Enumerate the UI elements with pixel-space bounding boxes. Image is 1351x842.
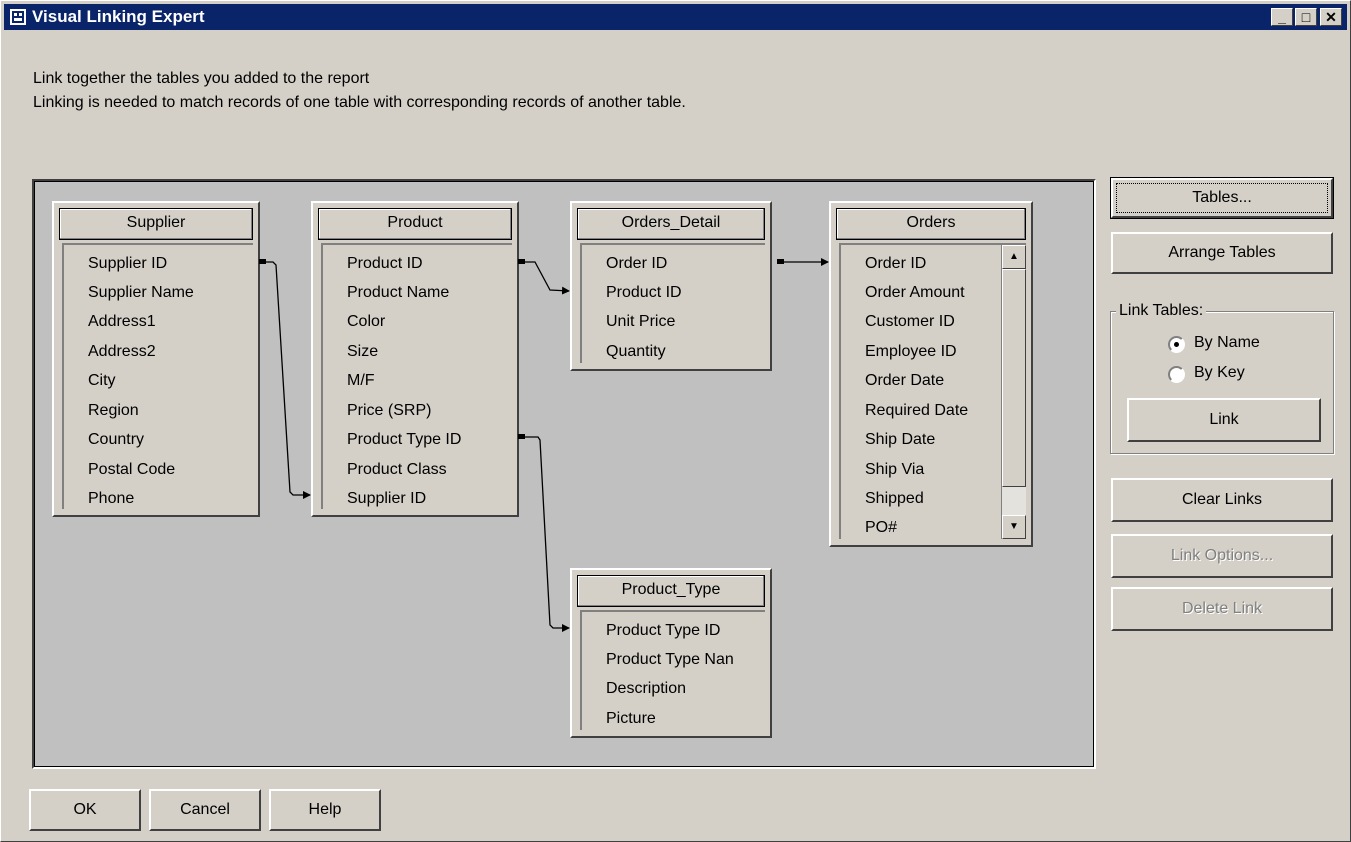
link-supplier-product[interactable] bbox=[259, 259, 311, 499]
by-name-radio[interactable] bbox=[1168, 336, 1185, 353]
link-button[interactable]: Link bbox=[1127, 398, 1321, 442]
by-name-label[interactable]: By Name bbox=[1194, 334, 1260, 352]
cancel-button[interactable]: Cancel bbox=[149, 789, 261, 831]
link-product-orders-detail[interactable] bbox=[518, 259, 570, 295]
arrange-tables-button[interactable]: Arrange Tables bbox=[1111, 232, 1333, 274]
link-product-product-type[interactable] bbox=[518, 434, 570, 632]
link-options-button[interactable]: Link Options... bbox=[1111, 534, 1333, 578]
ok-button[interactable]: OK bbox=[29, 789, 141, 831]
delete-link-button[interactable]: Delete Link bbox=[1111, 587, 1333, 631]
link-tables-label: Link Tables: bbox=[1116, 302, 1207, 320]
help-button[interactable]: Help bbox=[269, 789, 381, 831]
by-key-label[interactable]: By Key bbox=[1194, 364, 1245, 382]
clear-links-button[interactable]: Clear Links bbox=[1111, 478, 1333, 522]
by-key-radio[interactable] bbox=[1168, 366, 1185, 383]
tables-button[interactable]: Tables... bbox=[1110, 177, 1334, 219]
link-orders-detail-orders[interactable] bbox=[777, 258, 829, 266]
